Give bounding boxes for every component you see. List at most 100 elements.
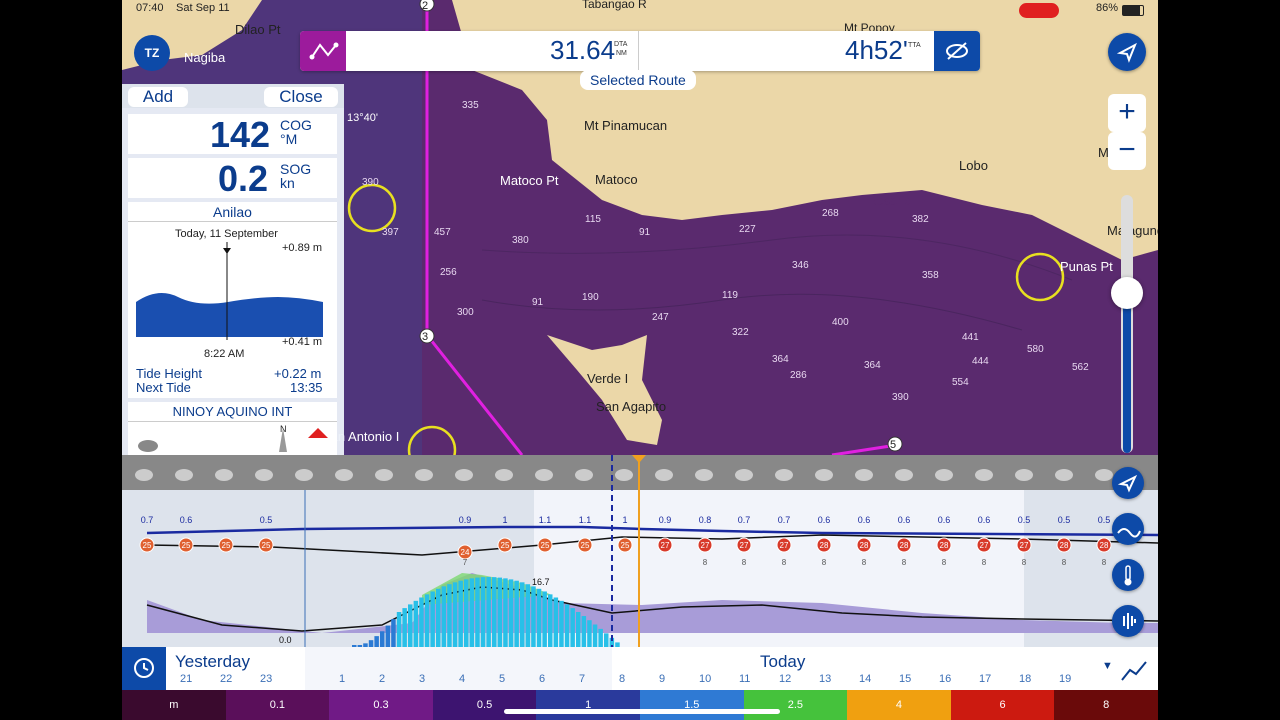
label-lobo: Lobo [959,158,988,173]
wind-badge-value: 28 [940,541,949,550]
wave-height-label: 0.7 [141,515,154,525]
tide-bar [380,631,385,647]
sog-widget[interactable]: 0.2 SOG kn [128,158,337,199]
cloud-icon [975,469,993,481]
add-button[interactable]: Add [128,87,188,107]
tide-bar [548,594,553,647]
tide-bar [508,579,514,647]
hour-tick: 22 [220,673,233,685]
depth-sounding: 322 [732,327,749,338]
cloud-icon [335,469,353,481]
hour-tick: 6 [539,673,546,685]
tide-bar [363,643,368,647]
close-button[interactable]: Close [264,87,338,107]
legend-swatch: 2.5 [743,690,848,720]
depth-sounding: 300 [457,307,474,318]
tide-bar [598,628,603,647]
tide-bar [408,604,413,647]
depth-sounding: 227 [739,224,756,235]
hour-tick: 4 [459,673,466,685]
wind-badge-value: 27 [1020,541,1029,550]
hour-tick: 19 [1059,673,1072,685]
cloud-icon [855,469,873,481]
timeline-expand-button[interactable]: ▼ [1102,660,1113,672]
chart-settings-icon[interactable] [1118,652,1152,686]
timeline-canvas[interactable]: 0.7 0.6 0.5 0.9 1 1.1 1.1 1 0.9 0.8 0.7 0.7 0.6 0.6 0.… [122,455,1158,690]
depth-sounding: 457 [434,227,451,238]
tide-bar [497,577,503,647]
depth-sounding: 335 [462,100,479,111]
wave-height-label: 0.6 [818,515,831,525]
cloud-icon [455,469,473,481]
tide-bar [368,640,374,647]
tide-bar [592,624,598,647]
time-slider-thumb[interactable] [1111,277,1143,309]
hour-tick: 16 [939,673,952,685]
waypoint-2[interactable]: 2 [422,0,428,12]
tide-bar [464,579,469,647]
tide-widget[interactable]: Anilao Today, 11 September +0.89 m +0.41… [128,202,337,398]
record-indicator[interactable] [1019,3,1059,18]
route-button[interactable] [300,31,346,71]
tide-bar [492,577,497,647]
cloud-icon [655,469,673,481]
wind-gust-value: 8 [782,558,787,567]
label-nagiba: Nagiba [184,50,226,65]
timeline-nav-button[interactable] [1112,467,1144,499]
history-icon [134,658,154,678]
cloud-icon [535,469,553,481]
tide-bar [452,582,458,647]
wind-badge-value: 27 [740,541,749,550]
depth-sounding: 441 [962,332,979,343]
weather-station-widget[interactable]: NINOY AQUINO INT N [128,402,337,455]
hour-tick: 8 [619,673,626,685]
cloud-icon [775,469,793,481]
depth-sounding: 346 [792,260,809,271]
wave-height-label: 0.5 [1058,515,1071,525]
depth-sounding: 364 [864,360,881,371]
history-button[interactable] [122,647,166,690]
wave-layer-button[interactable] [1112,513,1144,545]
waypoint-5[interactable]: 5 [890,439,896,451]
tide-bar [374,636,379,647]
timezero-app: Dilao Pt Nagiba Tabangao R Mt Popoy 13°4… [122,0,1158,720]
waypoint-3[interactable]: 3 [422,331,428,343]
time-slider-track[interactable] [1121,195,1133,453]
legend-swatch: 0.5 [432,690,537,720]
depth-sounding: 444 [972,356,989,367]
wave-height-label: 0.6 [898,515,911,525]
wind-badge-value: 25 [262,541,271,550]
zoom-out-button[interactable]: − [1108,132,1146,170]
cog-label: COG [280,117,312,133]
soundwave-icon [1123,613,1136,629]
cloud-icon [1015,469,1033,481]
navigation-mode-button[interactable] [1108,33,1146,71]
tz-logo-button[interactable]: TZ [134,35,170,71]
selected-route-label[interactable]: Selected Route [580,70,696,90]
sound-layer-button[interactable] [1112,605,1144,637]
hour-tick: 18 [1019,673,1032,685]
battery-icon [1122,5,1144,16]
wind-badge-value: 28 [900,541,909,550]
cloud-icon [1055,469,1073,481]
hide-route-button[interactable] [934,31,980,71]
wind-badge-value: 25 [581,541,590,550]
wind-badge-value: 25 [143,541,152,550]
cloud-icon [615,469,633,481]
zoom-in-button[interactable]: + [1108,94,1146,132]
label-dilao: Dilao Pt [235,22,281,37]
forecast-timeline[interactable]: 0.7 0.6 0.5 0.9 1 1.1 1.1 1 0.9 0.8 0.7 0.7 0.6 0.6 0.… [122,455,1158,690]
tide-bar [536,588,542,647]
panel-header: Add Close [122,84,344,108]
depth-sounding: 562 [1072,362,1089,373]
cloud-icon [815,469,833,481]
route-divider [638,31,639,71]
label-verde: Verde I [587,371,628,386]
wave-height-label: 0.6 [978,515,991,525]
sog-unit: kn [280,175,295,191]
tide-bar [385,625,391,647]
depth-sounding: 358 [922,270,939,281]
temperature-layer-button[interactable] [1112,559,1144,591]
instrument-panel: Add Close 142 COG °M 0.2 SOG kn Anilao T… [122,84,344,455]
cog-widget[interactable]: 142 COG °M [128,114,337,155]
